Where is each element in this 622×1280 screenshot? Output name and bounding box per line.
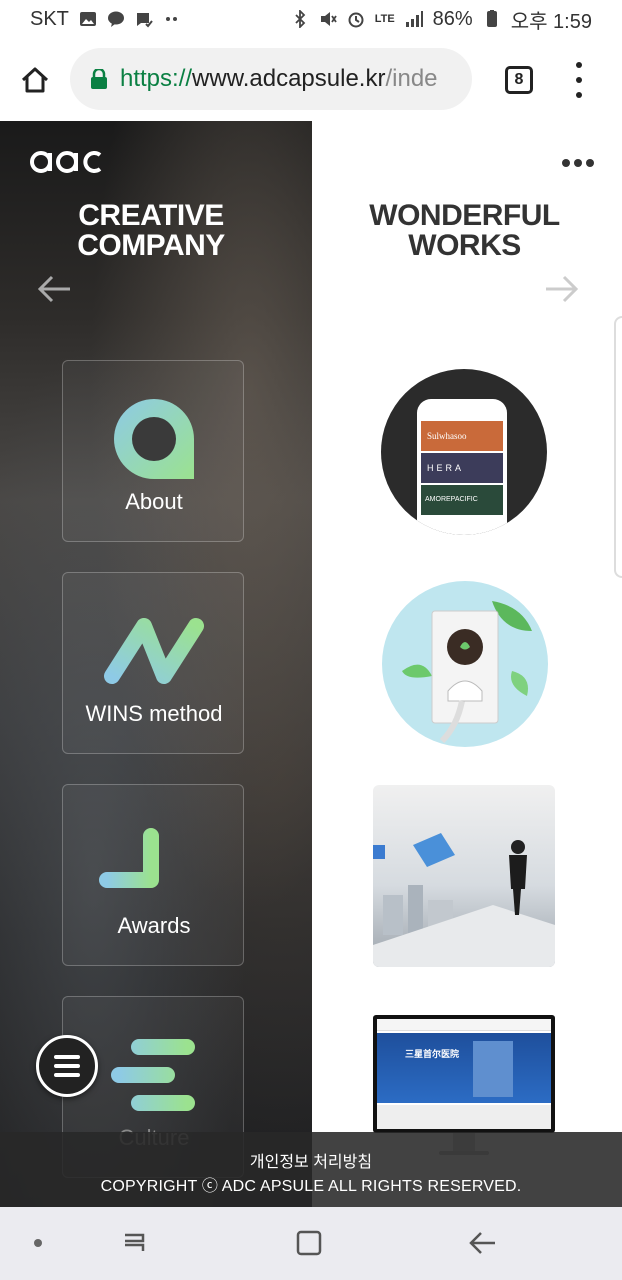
phone-mockup: Sulwhasoo HERA AMOREPACIFIC: [417, 399, 507, 535]
message-check-icon: [135, 10, 153, 28]
heading-line-1: CREATIVE: [78, 199, 224, 232]
url-scheme: https://: [120, 65, 193, 92]
wins-method-icon: [63, 601, 245, 701]
amore-app-work[interactable]: Sulwhasoo HERA AMOREPACIFIC: [381, 369, 547, 535]
wins-method-label: WINS method: [85, 701, 223, 726]
bluetooth-icon: [291, 10, 309, 28]
wins-method-card[interactable]: WINS method: [62, 572, 244, 754]
footer: 개인정보 처리방침 COPYRIGHT ⓒ ADC APSULE ALL RIG…: [0, 1132, 622, 1207]
network-label: LTE: [374, 13, 395, 25]
home-nav-icon[interactable]: [293, 1227, 325, 1259]
recent-apps-icon[interactable]: [118, 1227, 150, 1259]
browser-menu-button[interactable]: [566, 62, 592, 98]
clock: 오후 1:59: [510, 10, 592, 33]
tab-switcher-button[interactable]: 8: [505, 66, 533, 94]
hera-bar: HERA: [421, 453, 503, 483]
status-bar: SKT LTE 86% 오후 1:59: [0, 0, 622, 38]
arrow-right-icon[interactable]: [544, 273, 580, 305]
battery-icon: [483, 10, 501, 28]
amorepacific-bar: AMOREPACIFIC: [421, 485, 503, 515]
smart-plug-work[interactable]: [382, 581, 548, 747]
web-page: CREATIVE COMPANY About WINS method Award…: [0, 121, 622, 1207]
heading-line-2: COMPANY: [77, 229, 225, 262]
side-scroll-indicator[interactable]: [614, 316, 622, 578]
sulwhasoo-bar: Sulwhasoo: [421, 421, 503, 451]
copyright-text: COPYRIGHT ⓒ ADC APSULE ALL RIGHTS RESERV…: [100, 1178, 522, 1195]
heading-line-2: WORKS: [408, 229, 521, 262]
back-nav-icon[interactable]: [466, 1227, 498, 1259]
alarm-icon: [347, 10, 365, 28]
creative-company-heading: CREATIVE COMPANY: [0, 201, 302, 261]
business-man-work[interactable]: [373, 785, 555, 967]
image-icon: [79, 10, 97, 28]
smart-plug-illustration: [402, 601, 532, 744]
kakao-talk-icon: [107, 10, 125, 28]
android-nav-bar: [0, 1207, 622, 1280]
arrow-left-icon[interactable]: [36, 273, 72, 305]
about-icon: [63, 389, 245, 489]
left-panel: CREATIVE COMPANY About WINS method Award…: [0, 121, 312, 1207]
home-button[interactable]: [0, 38, 70, 121]
wonderful-works-heading: WONDERFUL WORKS: [312, 201, 617, 261]
about-card[interactable]: About: [62, 360, 244, 542]
url-host: www.adcapsule.kr: [192, 65, 386, 92]
lock-icon: [91, 69, 107, 89]
monitor-frame: 三星首尔医院: [373, 1015, 555, 1133]
right-panel: WONDERFUL WORKS Sulwhasoo HERA AMOREPACI…: [312, 121, 622, 1207]
browser-toolbar: https://www.adcapsule.kr/inde 8: [0, 38, 622, 121]
status-left: SKT: [30, 8, 181, 31]
url-path: /inde: [385, 65, 438, 92]
battery-percent: 86%: [432, 7, 473, 30]
monitor-screen: 三星首尔医院: [377, 1019, 551, 1129]
heading-line-1: WONDERFUL: [369, 199, 560, 232]
awards-card[interactable]: Awards: [62, 784, 244, 966]
more-dots-icon: [163, 10, 181, 28]
status-right: LTE 86% 오후 1:59: [291, 5, 592, 34]
hospital-title: 三星首尔医院: [405, 1050, 460, 1060]
carrier-label: SKT: [30, 7, 69, 30]
adc-logo[interactable]: [30, 149, 104, 175]
url-bar[interactable]: https://www.adcapsule.kr/inde: [70, 48, 472, 110]
mute-icon: [319, 10, 337, 28]
privacy-policy-link[interactable]: 개인정보 처리방침: [0, 1148, 622, 1172]
home-icon: [21, 67, 49, 92]
awards-icon: [63, 813, 245, 913]
hamburger-menu-button[interactable]: [36, 1035, 98, 1097]
about-label: About: [125, 489, 183, 514]
more-menu-icon[interactable]: [562, 159, 594, 167]
businessman-illustration: [373, 833, 555, 967]
awards-label: Awards: [117, 913, 191, 938]
signal-icon: [405, 10, 423, 28]
nav-dot-indicator[interactable]: [22, 1227, 54, 1259]
